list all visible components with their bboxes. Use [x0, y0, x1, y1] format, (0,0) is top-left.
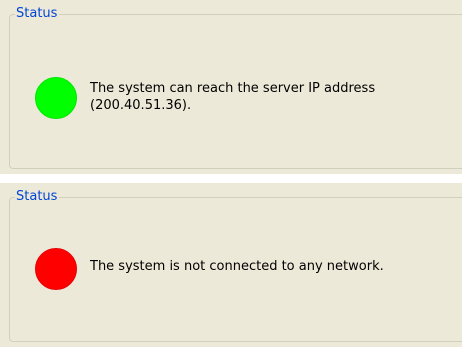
status-message: The system can reach the server IP addre… — [90, 80, 450, 114]
status-panel-disconnected: Status The system is not connected to an… — [0, 183, 462, 347]
status-groupbox-title: Status — [15, 6, 60, 22]
status-indicator-green — [35, 77, 77, 119]
status-panel-connected: Status The system can reach the server I… — [0, 0, 462, 174]
status-groupbox-title: Status — [15, 189, 60, 205]
status-message: The system is not connected to any netwo… — [90, 258, 450, 275]
status-message-line-1: The system is not connected to any netwo… — [90, 259, 384, 274]
status-indicator-red — [35, 248, 77, 290]
status-message-line-1: The system can reach the server IP addre… — [90, 81, 376, 96]
status-message-line-2: (200.40.51.36). — [90, 98, 192, 113]
